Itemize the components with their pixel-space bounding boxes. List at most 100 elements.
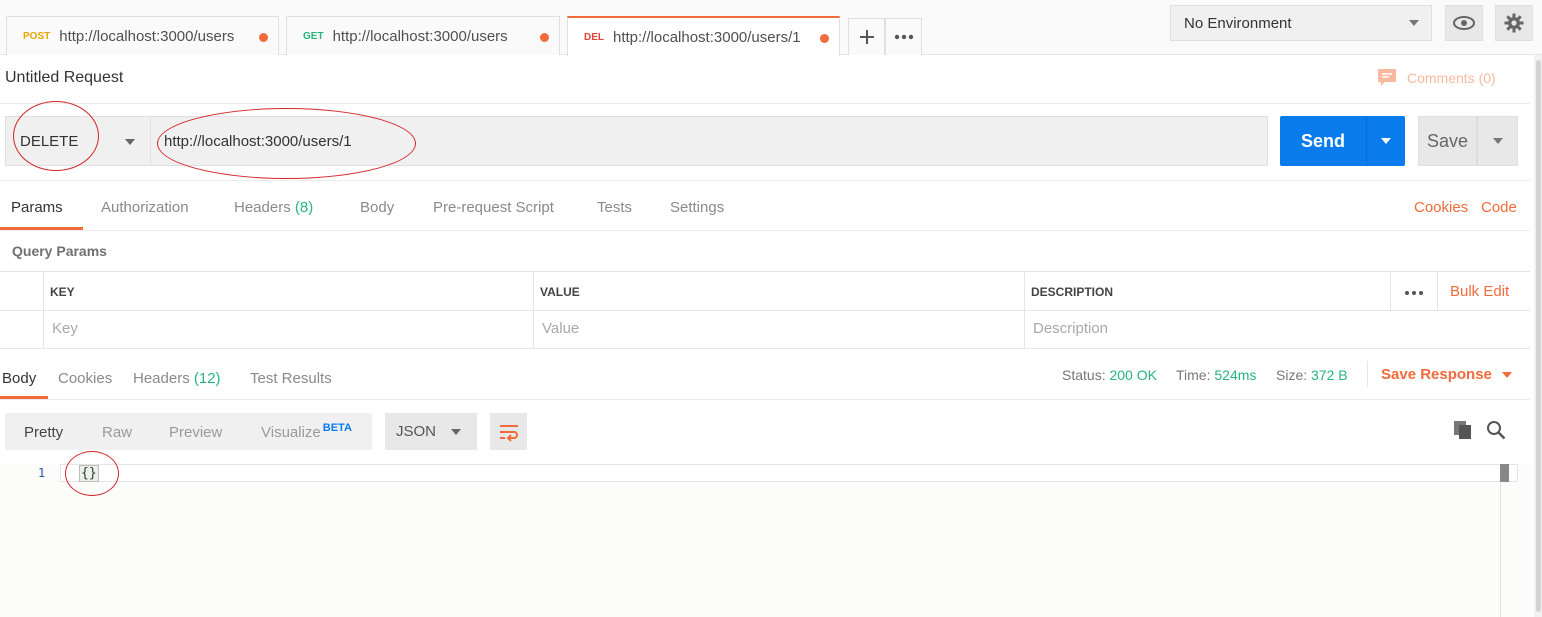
- divider: [1367, 361, 1368, 387]
- response-language-select[interactable]: JSON: [385, 413, 477, 450]
- tab-settings[interactable]: Settings: [670, 199, 724, 216]
- tab-pre-request-script[interactable]: Pre-request Script: [433, 199, 554, 216]
- tab-body[interactable]: Body: [360, 199, 394, 216]
- size-label: Size:: [1276, 367, 1308, 383]
- response-body-editor[interactable]: [0, 463, 1530, 617]
- format-visualize-button[interactable]: Visualize BETA: [261, 422, 352, 441]
- environment-label: No Environment: [1184, 14, 1292, 32]
- size-value: 372 B: [1311, 367, 1348, 383]
- send-options-button[interactable]: [1366, 116, 1405, 166]
- environment-select[interactable]: No Environment: [1170, 5, 1432, 41]
- response-json-code[interactable]: {}: [79, 465, 99, 482]
- request-url-input[interactable]: http://localhost:3000/users/1: [151, 116, 1268, 166]
- tab-method-label: POST: [23, 30, 51, 42]
- gear-icon: [1504, 13, 1524, 33]
- chevron-down-icon: [1501, 371, 1512, 378]
- save-response-label: Save Response: [1381, 366, 1492, 383]
- response-tab-body[interactable]: Body: [2, 370, 36, 387]
- tab-url-label: http://localhost:3000/users: [332, 27, 508, 45]
- cookies-link[interactable]: Cookies: [1414, 199, 1468, 216]
- editor-scrollbar-thumb[interactable]: [1500, 464, 1509, 482]
- query-params-heading: Query Params: [12, 243, 107, 259]
- format-preview-button[interactable]: Preview: [169, 424, 222, 441]
- more-horizontal-icon: [1405, 291, 1423, 295]
- http-method-label: DELETE: [20, 132, 79, 150]
- chevron-down-icon: [125, 139, 135, 145]
- divider: [0, 230, 1530, 231]
- params-options-button[interactable]: [1404, 284, 1424, 299]
- response-format-group: Pretty Raw Preview Visualize BETA: [5, 413, 372, 450]
- row-divider: [0, 310, 1530, 311]
- time-value: 524ms: [1214, 367, 1257, 383]
- comments-button[interactable]: Comments (0): [1377, 68, 1496, 88]
- param-key-input[interactable]: Key: [52, 320, 78, 337]
- unsaved-dot-icon: [540, 33, 549, 42]
- beta-badge: BETA: [322, 422, 352, 434]
- chevron-down-icon: [1381, 138, 1391, 144]
- eye-icon: [1453, 16, 1475, 30]
- comment-icon: [1378, 69, 1396, 86]
- format-pretty-button[interactable]: Pretty: [24, 424, 63, 441]
- bulk-edit-link[interactable]: Bulk Edit: [1450, 283, 1509, 300]
- tab-headers-label: Headers: [234, 199, 291, 216]
- response-tab-headers-label: Headers: [133, 370, 190, 387]
- unsaved-dot-icon: [820, 34, 829, 43]
- wrap-lines-button[interactable]: [490, 413, 527, 450]
- param-value-input[interactable]: Value: [542, 320, 579, 337]
- editor-scrollbar-track: [1500, 483, 1501, 617]
- tab-url-label: http://localhost:3000/users/1: [613, 28, 801, 46]
- request-tab-get[interactable]: GET http://localhost:3000/users: [286, 16, 560, 55]
- chevron-down-icon: [1409, 20, 1419, 26]
- response-tab-headers[interactable]: Headers (12): [133, 370, 221, 387]
- settings-button[interactable]: [1495, 5, 1533, 41]
- column-divider: [1390, 272, 1391, 310]
- search-icon: [1487, 421, 1506, 440]
- wrap-lines-icon: [499, 424, 518, 442]
- http-method-select[interactable]: DELETE: [5, 116, 151, 166]
- status-label: Status:: [1062, 367, 1106, 383]
- chevron-down-icon: [451, 429, 461, 435]
- request-tab-delete[interactable]: DEL http://localhost:3000/users/1: [567, 16, 840, 56]
- response-status: Status: 200 OK: [1062, 367, 1157, 383]
- query-params-table: KEY VALUE DESCRIPTION Bulk Edit Key Valu…: [0, 271, 1530, 349]
- divider: [0, 180, 1530, 181]
- time-label: Time:: [1176, 367, 1211, 383]
- request-title[interactable]: Untitled Request: [5, 69, 123, 87]
- save-options-button[interactable]: [1477, 116, 1518, 166]
- response-tab-test-results[interactable]: Test Results: [250, 370, 332, 387]
- request-tab-post[interactable]: POST http://localhost:3000/users: [6, 16, 279, 55]
- divider: [0, 399, 1530, 400]
- new-tab-button[interactable]: [848, 18, 885, 55]
- param-description-input[interactable]: Description: [1033, 320, 1108, 337]
- tab-tests[interactable]: Tests: [597, 199, 632, 216]
- active-code-line: [60, 464, 1518, 482]
- column-divider: [1437, 272, 1438, 310]
- copy-button[interactable]: [1453, 420, 1473, 444]
- environment-quick-look-button[interactable]: [1445, 5, 1483, 41]
- copy-icon: [1454, 421, 1471, 439]
- tab-headers[interactable]: Headers (8): [234, 199, 313, 216]
- chevron-down-icon: [1492, 138, 1503, 144]
- plus-icon: [859, 30, 874, 44]
- headers-count-badge: (8): [294, 199, 314, 216]
- status-value: 200 OK: [1109, 367, 1157, 383]
- save-response-button[interactable]: Save Response: [1381, 366, 1512, 383]
- tab-authorization[interactable]: Authorization: [101, 199, 189, 216]
- page-scrollbar-thumb[interactable]: [1536, 60, 1541, 612]
- visualize-label: Visualize: [261, 424, 321, 441]
- send-button[interactable]: Send: [1280, 116, 1366, 166]
- response-time: Time: 524ms: [1176, 367, 1256, 383]
- line-number: 1: [38, 466, 46, 480]
- tab-method-label: GET: [303, 30, 324, 42]
- more-horizontal-icon: [894, 34, 913, 40]
- tab-options-button[interactable]: [885, 18, 922, 55]
- format-raw-button[interactable]: Raw: [102, 424, 132, 441]
- code-link[interactable]: Code: [1481, 199, 1517, 216]
- language-label: JSON: [396, 423, 437, 440]
- search-button[interactable]: [1486, 420, 1506, 444]
- response-tab-cookies[interactable]: Cookies: [58, 370, 112, 387]
- tab-params[interactable]: Params: [11, 199, 63, 216]
- response-size: Size: 372 B: [1276, 367, 1348, 383]
- divider: [0, 103, 1530, 104]
- save-button[interactable]: Save: [1418, 116, 1477, 166]
